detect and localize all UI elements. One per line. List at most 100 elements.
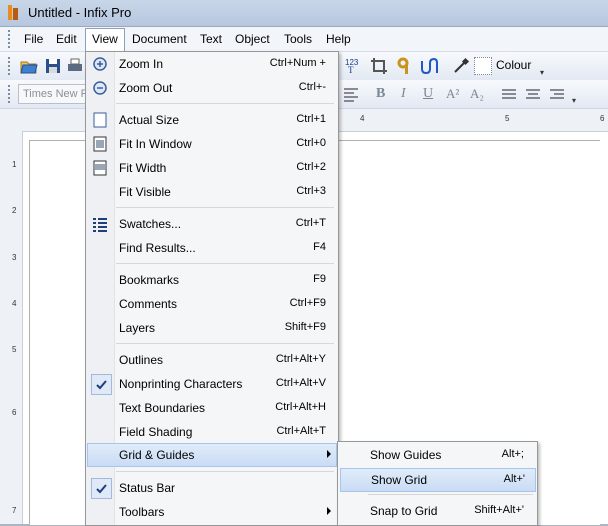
menu-separator: [116, 103, 334, 104]
menu-label: Find Results...: [119, 241, 196, 255]
superscript-button[interactable]: A²: [446, 86, 459, 102]
align-center-icon[interactable]: [524, 85, 542, 103]
menu-text[interactable]: Text: [194, 29, 228, 49]
menu-shortcut: Shift+Alt+': [474, 504, 524, 516]
grid-guides-submenu: Show Guides Alt+; Show Grid Alt+' Snap t…: [337, 441, 538, 526]
menu-label: Layers: [119, 321, 156, 335]
path-icon[interactable]: [420, 57, 438, 75]
menu-shortcut: Ctrl+Alt+Y: [275, 353, 326, 365]
menu-view[interactable]: View: [85, 28, 125, 52]
toolbar-grip[interactable]: [8, 57, 13, 75]
menu-label: Actual Size: [119, 113, 180, 127]
menu-file[interactable]: File: [18, 29, 49, 49]
underline-button[interactable]: U: [423, 86, 433, 102]
crop-icon[interactable]: [370, 57, 388, 75]
submenu-item-show-grid[interactable]: Show Grid Alt+': [340, 468, 536, 492]
menu-separator: [116, 207, 334, 208]
menu-label: Zoom In: [119, 57, 164, 71]
format-overflow-icon[interactable]: ▾: [572, 96, 580, 105]
page-icon: [93, 112, 107, 128]
menu-item-layers[interactable]: Layers Shift+F9: [88, 317, 336, 339]
vruler-number: 4: [12, 299, 17, 308]
align-justify-icon[interactable]: [500, 85, 518, 103]
align-right-icon[interactable]: [548, 85, 566, 103]
submenu-item-show-guides[interactable]: Show Guides Alt+;: [340, 444, 534, 466]
bold-button[interactable]: B: [376, 86, 385, 102]
subscript-button[interactable]: A₂: [470, 86, 484, 102]
menu-shortcut: Ctrl+Alt+H: [275, 401, 326, 413]
menubar-grip[interactable]: [8, 30, 13, 48]
italic-button[interactable]: I: [401, 86, 406, 102]
menu-shortcut: F9: [313, 273, 326, 285]
menu-item-nonprinting-characters[interactable]: Nonprinting Characters Ctrl+Alt+V: [88, 373, 336, 395]
menu-help[interactable]: Help: [320, 29, 357, 49]
menu-item-text-boundaries[interactable]: Text Boundaries Ctrl+Alt+H: [88, 397, 336, 419]
view-menu: Zoom In Ctrl+Num + Zoom Out Ctrl+- Actua…: [85, 51, 339, 526]
menu-shortcut: Ctrl+Alt+T: [276, 425, 326, 437]
menu-separator: [116, 263, 334, 264]
menu-item-swatches[interactable]: Swatches... Ctrl+T: [88, 213, 336, 235]
menu-label: Show Guides: [370, 448, 442, 462]
colour-label[interactable]: Colour: [496, 58, 531, 72]
menu-item-zoom-out[interactable]: Zoom Out Ctrl+-: [88, 77, 336, 99]
zoom-in-icon: [93, 57, 107, 71]
menu-item-grid-and-guides[interactable]: Grid & Guides: [87, 443, 337, 467]
menu-item-actual-size[interactable]: Actual Size Ctrl+1: [88, 109, 336, 131]
menu-shortcut: Shift+F9: [284, 321, 326, 333]
fit-window-icon: [93, 136, 107, 152]
eyedropper-icon[interactable]: [452, 57, 470, 75]
swatches-icon: [93, 218, 107, 232]
menu-shortcut: Ctrl+2: [296, 161, 326, 173]
menu-bar: File Edit View Document Text Object Tool…: [0, 27, 608, 52]
menu-shortcut: F4: [313, 241, 326, 253]
menu-item-zoom-in[interactable]: Zoom In Ctrl+Num +: [88, 53, 336, 75]
print-icon[interactable]: [66, 57, 84, 75]
menu-object[interactable]: Object: [229, 29, 276, 49]
menu-item-toolbars[interactable]: Toolbars: [88, 501, 336, 523]
menu-item-fit-visible[interactable]: Fit Visible Ctrl+3: [88, 181, 336, 203]
format-toolbar-grip[interactable]: [8, 85, 13, 103]
menu-shortcut: Ctrl+-: [298, 81, 326, 93]
colour-swatch[interactable]: [474, 57, 492, 75]
menu-item-outlines[interactable]: Outlines Ctrl+Alt+Y: [88, 349, 336, 371]
vruler-number: 1: [12, 160, 17, 169]
menu-document[interactable]: Document: [126, 29, 193, 49]
menu-tools[interactable]: Tools: [278, 29, 318, 49]
menu-item-status-bar[interactable]: Status Bar: [88, 477, 336, 499]
align-left-icon[interactable]: [342, 85, 360, 103]
vertical-ruler: 1 2 3 4 5 6 7: [0, 131, 23, 524]
menu-label: Fit In Window: [119, 137, 192, 151]
menu-edit[interactable]: Edit: [50, 29, 83, 49]
menu-shortcut: Ctrl+0: [296, 137, 326, 149]
menu-item-field-shading[interactable]: Field Shading Ctrl+Alt+T: [88, 421, 336, 443]
menu-separator: [116, 343, 334, 344]
menu-shortcut: Ctrl+3: [296, 185, 326, 197]
menu-label: Zoom Out: [119, 81, 173, 95]
menu-label: Bookmarks: [119, 273, 180, 287]
menu-item-find-results[interactable]: Find Results... F4: [88, 237, 336, 259]
menu-item-bookmarks[interactable]: Bookmarks F9: [88, 269, 336, 291]
menu-item-fit-in-window[interactable]: Fit In Window Ctrl+0: [88, 133, 336, 155]
title-bar: Untitled - Infix Pro: [0, 0, 608, 27]
menu-shortcut: Alt+': [503, 473, 525, 485]
link-icon[interactable]: [396, 57, 414, 75]
menu-shortcut: Ctrl+F9: [289, 297, 326, 309]
vruler-number: 5: [12, 345, 17, 354]
save-icon[interactable]: [44, 57, 62, 75]
text-tool-icon[interactable]: 123 T: [344, 56, 362, 74]
menu-shortcut: Ctrl+Num +: [269, 57, 326, 69]
svg-text:T: T: [348, 65, 354, 74]
menu-item-comments[interactable]: Comments Ctrl+F9: [88, 293, 336, 315]
menu-label: Grid & Guides: [119, 448, 195, 462]
open-folder-icon[interactable]: [20, 57, 38, 75]
zoom-out-icon: [93, 81, 107, 95]
menu-label: Snap to Grid: [370, 504, 438, 518]
toolbar-overflow-icon[interactable]: ▾: [540, 68, 548, 77]
fit-width-icon: [93, 160, 107, 176]
ruler-number: 5: [505, 114, 510, 123]
menu-label: Toolbars: [119, 505, 165, 519]
submenu-item-snap-to-grid[interactable]: Snap to Grid Shift+Alt+': [340, 500, 534, 522]
menu-shortcut: Ctrl+Alt+V: [275, 377, 326, 389]
menu-item-fit-width[interactable]: Fit Width Ctrl+2: [88, 157, 336, 179]
vruler-number: 3: [12, 253, 17, 262]
